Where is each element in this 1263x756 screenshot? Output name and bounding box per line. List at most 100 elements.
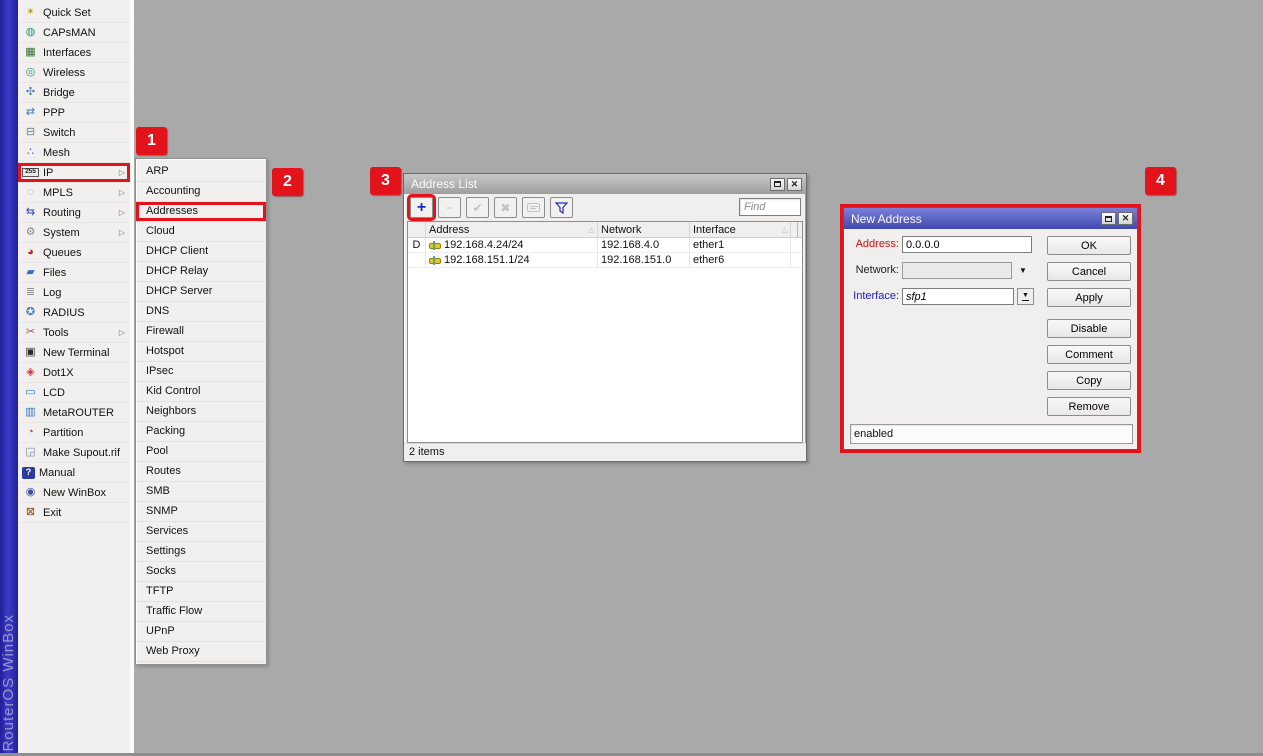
address-field-input[interactable] — [902, 236, 1032, 253]
column-header-interface[interactable]: Interface△ — [690, 222, 791, 237]
disable-button[interactable]: Disable — [1047, 319, 1131, 338]
network-field-input — [902, 262, 1012, 279]
sidebar-item-ppp[interactable]: ⇄PPP — [18, 103, 130, 123]
submenu-item-arp[interactable]: ARP — [136, 162, 266, 182]
submenu-item-tftp[interactable]: TFTP — [136, 582, 266, 602]
comment-button[interactable]: Comment — [1047, 345, 1131, 364]
address-column-cell: 192.168.151.1/24 — [426, 253, 598, 267]
submenu-item-upnp[interactable]: UPnP — [136, 622, 266, 642]
submenu-item-addresses[interactable]: Addresses — [136, 202, 266, 222]
sidebar-item-mpls[interactable]: ◌MPLS▷ — [18, 183, 130, 203]
submenu-item-dns[interactable]: DNS — [136, 302, 266, 322]
interface-field-input[interactable] — [902, 288, 1014, 305]
address-list-statusbar: 2 items — [404, 443, 806, 461]
close-button[interactable]: ✕ — [787, 178, 802, 191]
sidebar-item-metarouter[interactable]: ▥MetaROUTER — [18, 403, 130, 423]
filter-icon — [555, 202, 568, 214]
cancel-button[interactable]: Cancel — [1047, 262, 1131, 281]
sidebar-item-capsman[interactable]: ◍CAPsMAN — [18, 23, 130, 43]
table-row[interactable]: D192.168.4.24/24192.168.4.0ether1 — [408, 238, 802, 253]
sidebar-item-bridge[interactable]: ✣Bridge — [18, 83, 130, 103]
sidebar-item-switch[interactable]: ⊟Switch — [18, 123, 130, 143]
submenu-item-smb[interactable]: SMB — [136, 482, 266, 502]
new-address-titlebar[interactable]: New Address ✕ — [844, 208, 1137, 229]
comment-button[interactable] — [522, 197, 545, 218]
sidebar-item-label: MetaROUTER — [43, 407, 126, 419]
remove-button[interactable]: − — [438, 197, 461, 218]
remove-button[interactable]: Remove — [1047, 397, 1131, 416]
sidebar-item-system[interactable]: ⚙System▷ — [18, 223, 130, 243]
submenu-item-kid-control[interactable]: Kid Control — [136, 382, 266, 402]
disable-button[interactable]: ✖ — [494, 197, 517, 218]
sidebar-item-new-winbox[interactable]: ◉New WinBox — [18, 483, 130, 503]
find-input[interactable] — [739, 198, 801, 216]
sidebar-item-label: PPP — [43, 107, 126, 119]
sidebar-item-mesh[interactable]: ∴Mesh — [18, 143, 130, 163]
submenu-item-socks[interactable]: Socks — [136, 562, 266, 582]
address-cell: 192.168.151.1/24 — [444, 254, 530, 266]
sidebar-item-label: Files — [43, 267, 126, 279]
ok-button[interactable]: OK — [1047, 236, 1131, 255]
sidebar-item-new-terminal[interactable]: ▣New Terminal — [18, 343, 130, 363]
add-button[interactable]: + — [410, 197, 433, 218]
maximize-button[interactable] — [1101, 212, 1116, 225]
sidebar-item-ip[interactable]: 255IP▷ — [18, 163, 130, 183]
sidebar-item-manual[interactable]: ?Manual — [18, 463, 130, 483]
sidebar-item-log[interactable]: ≣Log — [18, 283, 130, 303]
sidebar-item-lcd[interactable]: ▭LCD — [18, 383, 130, 403]
submenu-item-neighbors[interactable]: Neighbors — [136, 402, 266, 422]
interface-dropdown-button[interactable]: ▼ — [1017, 288, 1034, 305]
new-address-title: New Address — [851, 212, 1099, 226]
submenu-item-services[interactable]: Services — [136, 522, 266, 542]
filter-button[interactable] — [550, 197, 573, 218]
sidebar-item-make-supout-rif[interactable]: ◲Make Supout.rif — [18, 443, 130, 463]
sidebar-item-partition[interactable]: ◔Partition — [18, 423, 130, 443]
enable-button[interactable]: ✔ — [466, 197, 489, 218]
sidebar-item-label: New Terminal — [43, 347, 126, 359]
submenu-item-web-proxy[interactable]: Web Proxy — [136, 642, 266, 662]
sidebar-item-quick-set[interactable]: ✴Quick Set — [18, 3, 130, 23]
address-list-titlebar[interactable]: Address List ✕ — [404, 174, 806, 194]
column-header-network[interactable]: Network — [598, 222, 690, 237]
sidebar-item-files[interactable]: ▰ Files — [18, 263, 130, 283]
lcd-icon: ▭ — [22, 386, 39, 400]
column-select-button[interactable]: ▼ — [797, 222, 803, 237]
copy-button[interactable]: Copy — [1047, 371, 1131, 390]
sidebar-item-dot1x[interactable]: ◈Dot1X — [18, 363, 130, 383]
column-header-flags[interactable] — [408, 222, 426, 237]
files-icon: ▰ — [22, 266, 39, 280]
maximize-button[interactable] — [770, 178, 785, 191]
mesh-icon: ∴ — [22, 146, 39, 160]
submenu-item-settings[interactable]: Settings — [136, 542, 266, 562]
submenu-item-accounting[interactable]: Accounting — [136, 182, 266, 202]
sidebar-item-routing[interactable]: ⇆Routing▷ — [18, 203, 130, 223]
submenu-item-ipsec[interactable]: IPsec — [136, 362, 266, 382]
network-dropdown-icon[interactable]: ▼ — [1019, 266, 1027, 275]
exit-icon: ⊠ — [22, 506, 39, 520]
submenu-item-cloud[interactable]: Cloud — [136, 222, 266, 242]
submenu-item-dhcp-server[interactable]: DHCP Server — [136, 282, 266, 302]
close-button[interactable]: ✕ — [1118, 212, 1133, 225]
table-row[interactable]: 192.168.151.1/24192.168.151.0ether6 — [408, 253, 802, 268]
submenu-item-firewall[interactable]: Firewall — [136, 322, 266, 342]
annotation-step-3: 3 — [370, 167, 401, 195]
submenu-item-routes[interactable]: Routes — [136, 462, 266, 482]
sidebar-item-queues[interactable]: ◕Queues — [18, 243, 130, 263]
submenu-item-hotspot[interactable]: Hotspot — [136, 342, 266, 362]
submenu-item-dhcp-client[interactable]: DHCP Client — [136, 242, 266, 262]
sidebar-item-wireless[interactable]: ◎Wireless — [18, 63, 130, 83]
submenu-item-packing[interactable]: Packing — [136, 422, 266, 442]
column-header-address[interactable]: Address△ — [426, 222, 598, 237]
submenu-item-pool[interactable]: Pool — [136, 442, 266, 462]
sidebar-item-label: Log — [43, 287, 126, 299]
sidebar-item-interfaces[interactable]: ▦Interfaces — [18, 43, 130, 63]
submenu-item-traffic-flow[interactable]: Traffic Flow — [136, 602, 266, 622]
interface-field-label: Interface: — [844, 288, 899, 305]
submenu-item-snmp[interactable]: SNMP — [136, 502, 266, 522]
submenu-item-dhcp-relay[interactable]: DHCP Relay — [136, 262, 266, 282]
sidebar-item-tools[interactable]: ✂Tools▷ — [18, 323, 130, 343]
sidebar-item-radius[interactable]: ✪RADIUS — [18, 303, 130, 323]
apply-button[interactable]: Apply — [1047, 288, 1131, 307]
sidebar-item-exit[interactable]: ⊠Exit — [18, 503, 130, 523]
flags-column-cell — [408, 253, 426, 267]
